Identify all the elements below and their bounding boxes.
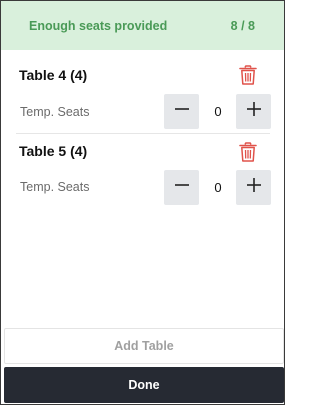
decrement-button[interactable] [164,170,199,205]
temp-seats-label: Temp. Seats [20,180,90,194]
temp-seats-label: Temp. Seats [20,105,90,119]
table-name: Table 5 (4) [19,143,88,159]
seating-panel: Enough seats provided 8 / 8 Table 4 (4) … [0,0,285,405]
increment-button[interactable] [236,170,271,205]
trash-icon[interactable] [239,142,257,162]
plus-icon [246,101,262,122]
add-table-button[interactable]: Add Table [4,328,284,364]
minus-icon [174,177,190,198]
seat-status-banner: Enough seats provided 8 / 8 [1,1,284,50]
trash-icon[interactable] [239,65,257,85]
plus-icon [246,177,262,198]
minus-icon [174,101,190,122]
temp-seats-value: 0 [214,104,222,119]
done-button[interactable]: Done [4,367,284,403]
increment-button[interactable] [236,94,271,129]
table-name: Table 4 (4) [19,67,88,83]
divider [16,133,270,134]
decrement-button[interactable] [164,94,199,129]
temp-seats-value: 0 [214,180,222,195]
seat-count: 8 / 8 [230,18,255,33]
status-message: Enough seats provided [29,18,168,33]
